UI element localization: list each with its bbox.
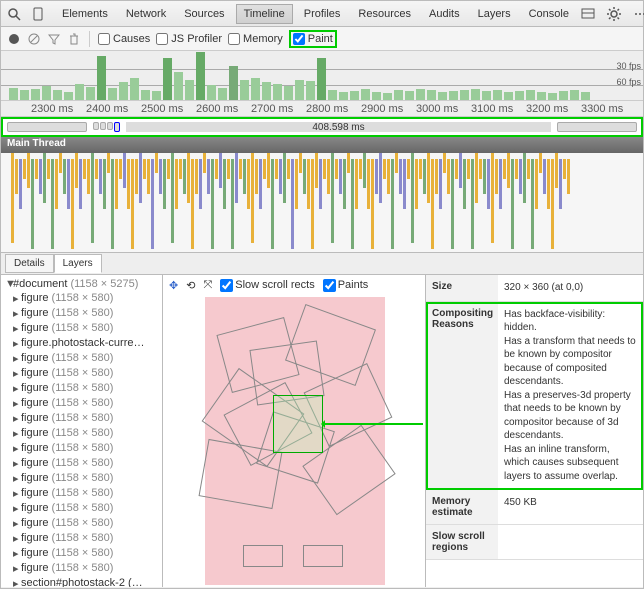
tab-elements[interactable]: Elements bbox=[55, 5, 115, 23]
subtab-details[interactable]: Details bbox=[5, 254, 54, 273]
js-profiler-checkbox[interactable]: JS Profiler bbox=[156, 33, 222, 45]
prop-slow-val bbox=[498, 525, 643, 559]
tree-item[interactable]: ▸figure(1158 × 580) bbox=[1, 486, 162, 501]
clear-icon[interactable] bbox=[27, 32, 41, 46]
slow-rects-checkbox[interactable]: Slow scroll rects bbox=[220, 279, 314, 292]
causes-label: Causes bbox=[113, 33, 150, 45]
tree-item[interactable]: ▸figure(1158 × 580) bbox=[1, 321, 162, 336]
prop-slow-key: Slow scroll regions bbox=[426, 525, 498, 559]
pan-icon[interactable]: ✥ bbox=[169, 279, 178, 292]
tree-item[interactable]: ▸figure.photostack-curre… bbox=[1, 336, 162, 351]
tree-item[interactable]: ▸figure(1158 × 580) bbox=[1, 381, 162, 396]
memory-label: Memory bbox=[243, 33, 283, 45]
selected-layer[interactable] bbox=[273, 395, 323, 453]
properties-panel: Size320 × 360 (at 0,0) Compositing Reaso… bbox=[425, 275, 643, 587]
causes-checkbox[interactable]: Causes bbox=[98, 33, 150, 45]
tab-sources[interactable]: Sources bbox=[177, 5, 231, 23]
trash-icon[interactable] bbox=[67, 32, 81, 46]
tree-item[interactable]: ▸figure(1158 × 580) bbox=[1, 501, 162, 516]
tree-item[interactable]: ▸figure(1158 × 580) bbox=[1, 411, 162, 426]
device-icon[interactable] bbox=[33, 6, 43, 22]
tab-timeline[interactable]: Timeline bbox=[236, 4, 293, 24]
rotate-icon[interactable]: ⟲ bbox=[186, 279, 195, 292]
tree-item[interactable]: ▸figure(1158 × 580) bbox=[1, 456, 162, 471]
paint-label: Paint bbox=[308, 33, 333, 45]
tab-audits[interactable]: Audits bbox=[422, 5, 467, 23]
prop-size-key: Size bbox=[426, 275, 498, 301]
prop-size-val: 320 × 360 (at 0,0) bbox=[498, 275, 643, 301]
tree-item[interactable]: ▸figure(1158 × 580) bbox=[1, 426, 162, 441]
memory-checkbox[interactable]: Memory bbox=[228, 33, 283, 45]
time-ruler[interactable]: 2300 ms2400 ms2500 ms2600 ms2700 ms2800 … bbox=[1, 101, 643, 117]
layer-canvas[interactable]: ✥ ⟲ ⤧ Slow scroll rects Paints bbox=[163, 275, 425, 587]
paints-checkbox[interactable]: Paints bbox=[323, 279, 369, 292]
tree-item[interactable]: ▸figure(1158 × 580) bbox=[1, 531, 162, 546]
tab-profiles[interactable]: Profiles bbox=[297, 5, 348, 23]
tree-item[interactable]: ▸figure(1158 × 580) bbox=[1, 441, 162, 456]
tree-item[interactable]: ▸figure(1158 × 580) bbox=[1, 291, 162, 306]
highlight-arrow bbox=[323, 423, 423, 425]
reset-icon[interactable]: ⤧ bbox=[203, 279, 212, 292]
filter-icon[interactable] bbox=[47, 32, 61, 46]
js-label: JS Profiler bbox=[171, 33, 222, 45]
overview[interactable]: 408.598 ms bbox=[1, 117, 643, 137]
tree-item[interactable]: ▸figure(1158 × 580) bbox=[1, 561, 162, 576]
tree-item[interactable]: ▸figure(1158 × 580) bbox=[1, 366, 162, 381]
tab-layers[interactable]: Layers bbox=[471, 5, 518, 23]
layer-rect bbox=[303, 545, 343, 567]
prop-reasons-key: Compositing Reasons bbox=[426, 302, 498, 490]
separator bbox=[89, 31, 90, 47]
fps-chart[interactable]: 30 fps 60 fps bbox=[1, 51, 643, 101]
drawer-icon[interactable] bbox=[580, 6, 596, 22]
slow-rects-label: Slow scroll rects bbox=[235, 279, 314, 291]
layer-tree[interactable]: ▼#document(1158 × 5275)▸figure(1158 × 58… bbox=[1, 275, 163, 587]
prop-reasons-val: Has backface-visibility: hidden.Has a tr… bbox=[498, 302, 643, 490]
paint-checkbox[interactable]: Paint bbox=[289, 30, 337, 48]
tree-item[interactable]: ▸figure(1158 × 580) bbox=[1, 516, 162, 531]
gear-icon[interactable] bbox=[606, 6, 622, 22]
subtab-layers[interactable]: Layers bbox=[54, 254, 102, 273]
menu-icon[interactable] bbox=[632, 6, 644, 22]
flame-chart[interactable] bbox=[1, 153, 643, 253]
thread-header: Main Thread bbox=[1, 137, 643, 153]
prop-mem-key: Memory estimate bbox=[426, 490, 498, 524]
fps-30-label: 30 fps bbox=[616, 61, 641, 71]
layer-rect bbox=[243, 545, 283, 567]
tab-resources[interactable]: Resources bbox=[351, 5, 418, 23]
tree-item[interactable]: ▸section#photostack-2 (… bbox=[1, 576, 162, 587]
record-icon[interactable] bbox=[7, 32, 21, 46]
paints-label: Paints bbox=[338, 279, 369, 291]
tree-item[interactable]: ▸figure(1158 × 580) bbox=[1, 396, 162, 411]
tab-network[interactable]: Network bbox=[119, 5, 173, 23]
tab-console[interactable]: Console bbox=[522, 5, 576, 23]
search-icon[interactable] bbox=[7, 6, 21, 22]
tree-item[interactable]: ▸figure(1158 × 580) bbox=[1, 471, 162, 486]
prop-mem-val: 450 KB bbox=[498, 490, 643, 524]
fps-60-label: 60 fps bbox=[616, 77, 641, 87]
tree-item[interactable]: ▸figure(1158 × 580) bbox=[1, 306, 162, 321]
tree-item[interactable]: ▸figure(1158 × 580) bbox=[1, 351, 162, 366]
overview-time: 408.598 ms bbox=[312, 122, 364, 133]
tree-item[interactable]: ▸figure(1158 × 580) bbox=[1, 546, 162, 561]
